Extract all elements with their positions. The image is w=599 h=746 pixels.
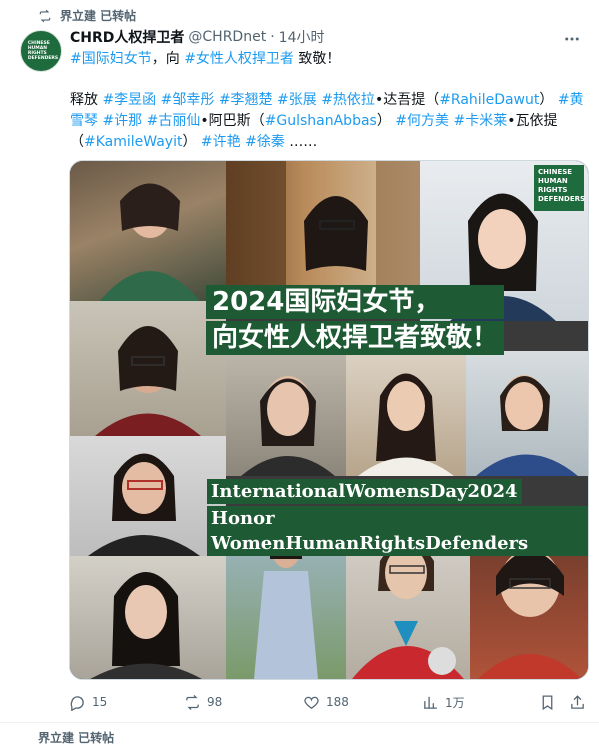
hashtag-link[interactable]: #KamileWayit <box>84 134 182 150</box>
tweet-text: #国际妇女节，向 #女性人权捍卫者 致敬！ 释放 #李昱函 #邹幸彤 #李翘楚 … <box>70 49 586 153</box>
reply-count: 15 <box>92 695 108 709</box>
tweet-text-segment: •阿巴斯（ <box>200 113 265 129</box>
repost-indicator[interactable]: 界立建 已转帖 <box>38 7 136 24</box>
repost-icon <box>39 9 51 22</box>
hashtag-link[interactable]: #许那 <box>102 113 142 129</box>
tweet-text-segment: ） <box>182 134 201 150</box>
analytics-icon <box>424 696 437 709</box>
image-title-overlay: 2024国际妇女节， 向女性人权捍卫者致敬！ <box>206 285 505 357</box>
more-options-icon[interactable] <box>563 30 581 48</box>
hashtag-link[interactable]: #李昱函 <box>102 92 156 108</box>
image-english-line-1: InternationalWomensDay2024 <box>207 479 522 504</box>
tweet-text-segment: 释放 <box>70 92 103 108</box>
share-icon <box>571 694 584 709</box>
hashtag-link[interactable]: #李翘楚 <box>219 92 273 108</box>
repost-text: 界立建 已转帖 <box>60 9 137 23</box>
tweet-text-segment: ） <box>376 113 396 129</box>
avatar-logo-text: CHINESE HUMAN RIGHTS DEFENDERS <box>27 41 59 61</box>
tweet-text-segment: ） <box>539 92 558 108</box>
heart-icon <box>304 696 319 709</box>
bookmark-icon <box>542 694 553 710</box>
separator-dot: · <box>270 29 275 45</box>
timestamp[interactable]: 14小时 <box>279 27 325 47</box>
portrait-photo <box>70 436 226 556</box>
bookmark-button[interactable] <box>539 694 556 711</box>
hashtag-link[interactable]: #许艳 <box>201 134 241 150</box>
tweet-actions: 15 98 188 1万 <box>69 692 587 712</box>
reply-icon <box>70 695 84 711</box>
portrait-photo <box>226 351 346 476</box>
hashtag-link[interactable]: #热依拉 <box>321 92 375 108</box>
repost-count: 98 <box>207 695 223 709</box>
hashtag-link[interactable]: #古丽仙 <box>147 113 201 129</box>
like-button[interactable]: 188 <box>303 694 349 711</box>
tweet-image[interactable]: CHINESE HUMAN RIGHTS DEFENDERS 2024国际妇女节… <box>69 160 589 680</box>
tweet-text-segment: …… <box>284 134 318 150</box>
portrait-photo <box>70 301 226 436</box>
tweet-text-segment: •达吾提（ <box>374 92 440 108</box>
tweet-line-1: #国际妇女节，向 #女性人权捍卫者 致敬！ <box>70 51 341 67</box>
views-button[interactable]: 1万 <box>422 694 465 711</box>
share-button[interactable] <box>569 694 586 711</box>
hashtag-link[interactable]: #卡米莱 <box>453 113 507 129</box>
view-count: 1万 <box>445 695 465 710</box>
tweet-line-2: 释放 #李昱函 #邹幸彤 #李翘楚 #张展 #热依拉•达吾提（#RahileDa… <box>70 90 586 153</box>
photo-collage <box>70 161 588 679</box>
repost-icon <box>186 694 199 710</box>
portrait-photo <box>70 556 226 679</box>
image-title-line-1: 2024国际妇女节， <box>206 285 505 319</box>
image-title-line-2: 向女性人权捍卫者致敬！ <box>206 321 505 355</box>
hashtag-link[interactable]: #徐秦 <box>245 134 285 150</box>
avatar[interactable]: CHINESE HUMAN RIGHTS DEFENDERS <box>20 30 62 72</box>
portrait-photo <box>346 351 466 476</box>
next-repost-indicator[interactable]: 界立建 已转帖 <box>38 729 114 746</box>
hashtag-link[interactable]: #RahileDawut <box>439 92 539 108</box>
tweet-divider <box>0 722 599 723</box>
chrd-logo: CHINESE HUMAN RIGHTS DEFENDERS <box>534 165 585 211</box>
portrait-photo <box>70 161 226 301</box>
image-english-overlay: InternationalWomensDay2024 Honor WomenHu… <box>207 479 588 558</box>
hashtag-link[interactable]: #GulshanAbbas <box>265 113 377 129</box>
hashtag-link[interactable]: #邹幸彤 <box>161 92 215 108</box>
hashtag-link[interactable]: #张展 <box>277 92 317 108</box>
display-name[interactable]: CHRD人权捍卫者 <box>70 27 184 47</box>
hashtag-link[interactable]: #女性人权捍卫者 <box>184 51 294 67</box>
hashtag-link[interactable]: #国际妇女节 <box>70 51 152 67</box>
image-english-line-2: Honor WomenHumanRightsDefenders <box>207 506 588 556</box>
like-count: 188 <box>326 695 349 709</box>
repost-button[interactable]: 98 <box>184 694 222 711</box>
reply-button[interactable]: 15 <box>69 694 107 711</box>
tweet-header: CHRD人权捍卫者 @CHRDnet · 14小时 <box>70 27 559 47</box>
handle[interactable]: @CHRDnet <box>188 29 266 45</box>
portrait-photo <box>466 351 588 476</box>
hashtag-link[interactable]: #何方美 <box>395 113 449 129</box>
